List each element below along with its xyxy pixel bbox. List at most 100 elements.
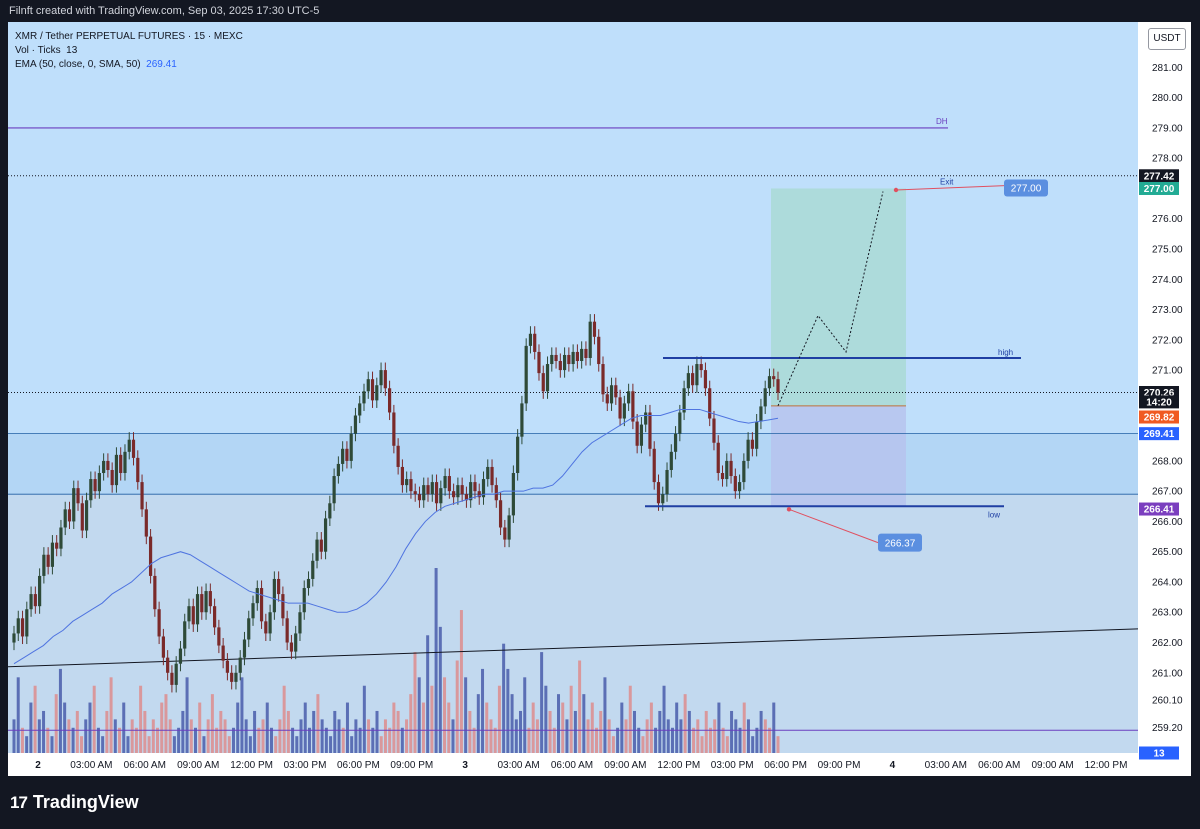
volume-bar [565, 719, 569, 753]
candle-body [742, 460, 746, 483]
volume-bar [540, 652, 544, 753]
candle-body [191, 606, 195, 625]
volume-bar [447, 702, 451, 753]
volume-bar [443, 677, 447, 753]
support-zone [8, 433, 1138, 495]
volume-bar [557, 694, 561, 753]
candle-body [353, 415, 358, 434]
volume-bar [569, 685, 573, 753]
candle-body [234, 672, 238, 682]
volume-bar [607, 719, 611, 753]
candle-body [178, 648, 183, 664]
candle-body [635, 421, 639, 446]
volume-bar [451, 719, 455, 753]
candle-body [609, 385, 614, 404]
volume-bar [223, 719, 227, 753]
candle-body [127, 439, 131, 452]
candle-body [592, 321, 597, 337]
volume-bar [282, 685, 286, 753]
symbol-label: XMR / Tether PERPETUAL FUTURES · 15 · ME… [15, 31, 243, 42]
volume-bar [687, 710, 691, 753]
volume-bar [75, 710, 79, 753]
volume-bar [383, 719, 387, 753]
candle-body [46, 554, 50, 567]
candle-body [170, 672, 174, 685]
y-tick-label: 262.00 [1152, 638, 1183, 649]
ema-indicator: EMA (50, close, 0, SMA, 50) 269.41 [15, 58, 243, 72]
volume-bar [392, 702, 396, 753]
y-tick-label: 267.00 [1152, 487, 1183, 498]
candle-body [302, 588, 306, 613]
volume-bar [198, 702, 202, 753]
volume-bar [434, 568, 438, 753]
candle-body [665, 469, 669, 495]
volume-bar [481, 668, 485, 753]
candle-body [452, 491, 456, 498]
volume-bar [497, 685, 501, 753]
exit-price-label: 277.00 [1011, 183, 1042, 194]
candle-body [405, 479, 409, 486]
candle-body [434, 482, 439, 504]
tradingview-footer: 17 TradingView [10, 792, 139, 813]
volume-bar [746, 719, 750, 753]
candle-body [102, 460, 106, 474]
candle-body [584, 348, 588, 358]
brand-name: TradingView [32, 792, 139, 812]
volume-bar [704, 710, 708, 753]
x-tick-label: 09:00 AM [604, 760, 646, 771]
volume-indicator: Vol · Ticks 13 [15, 44, 243, 58]
y-tick-label: 264.00 [1152, 577, 1183, 588]
y-tick-label: 274.00 [1152, 275, 1183, 286]
y-tick-label: 261.00 [1152, 668, 1183, 679]
volume-bar [717, 702, 721, 753]
candle-body [119, 454, 123, 474]
candle-body [558, 361, 562, 371]
volume-bar [430, 685, 434, 753]
volume-bar [468, 710, 472, 753]
high-label: high [998, 348, 1013, 357]
candle-body [772, 376, 776, 380]
candle-body [247, 618, 251, 640]
candle-body [503, 527, 507, 540]
x-tick-label: 09:00 AM [1031, 760, 1073, 771]
volume-bar [231, 727, 235, 753]
volume-bar [459, 610, 463, 753]
volume-bar [320, 719, 324, 753]
candle-body [213, 606, 217, 628]
axis-price-tag-label: 266.41 [1144, 505, 1175, 516]
x-tick-label: 3 [462, 760, 468, 771]
volume-bar [472, 727, 476, 753]
price-chart[interactable]: DH high low Exit 277.00 266.37 281.00 280.00 2… [8, 22, 1191, 776]
volume-bar [295, 736, 299, 753]
candle-body [110, 469, 114, 486]
y-tick-label: 260.10 [1152, 696, 1183, 707]
volume-bar [476, 694, 480, 753]
volume-bar [240, 677, 244, 753]
volume-bar [147, 736, 151, 753]
y-tick-label: 275.00 [1152, 245, 1183, 256]
volume-bar [12, 719, 16, 753]
volume-bar [67, 719, 71, 753]
x-tick-label: 09:00 AM [177, 760, 219, 771]
volume-bar [248, 736, 252, 753]
volume-bar [578, 660, 582, 753]
y-tick-label: 272.00 [1152, 335, 1183, 346]
exit-callout-dot [893, 187, 899, 193]
volume-bar [50, 736, 54, 753]
candle-body [439, 488, 443, 504]
candle-body [409, 479, 413, 492]
candle-body [443, 476, 447, 489]
volume-bar [738, 727, 742, 753]
volume-bar [768, 727, 772, 753]
ema-value: 269.41 [146, 59, 177, 70]
volume-bar [725, 736, 729, 753]
candle-body [695, 364, 699, 386]
volume-bar [345, 702, 349, 753]
candle-body [383, 370, 387, 389]
x-tick-label: 06:00 AM [551, 760, 593, 771]
candle-body [187, 606, 191, 622]
candle-body [97, 473, 101, 492]
currency-button[interactable]: USDT [1148, 28, 1186, 50]
candle-body [195, 594, 200, 625]
volume-bar [759, 710, 763, 753]
